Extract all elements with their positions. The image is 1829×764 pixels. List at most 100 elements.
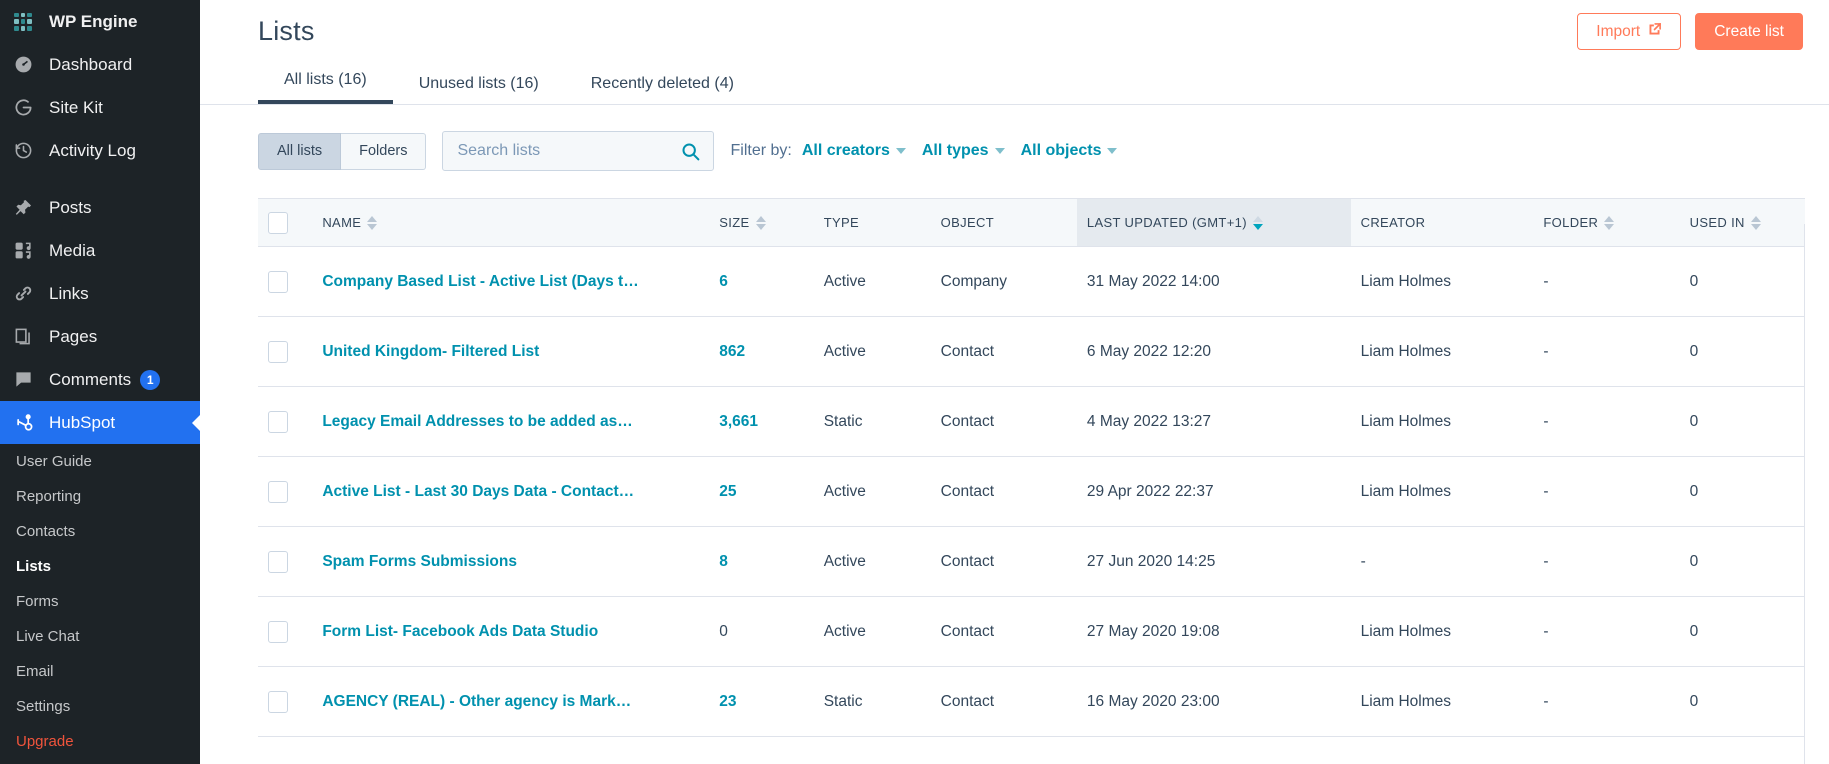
column-header-folder[interactable]: FOLDER (1533, 198, 1680, 247)
view-mode-all-lists[interactable]: All lists (258, 132, 342, 170)
tab-unused-lists[interactable]: Unused lists (16) (393, 75, 565, 104)
view-mode-folders[interactable]: Folders (341, 132, 427, 170)
filter-label-text: All objects (1020, 142, 1102, 159)
row-checkbox[interactable] (268, 270, 288, 293)
filter-all-types[interactable]: All types (922, 142, 1005, 160)
sort-arrows-icon[interactable] (1252, 215, 1263, 230)
cell-type: Active (813, 456, 931, 527)
column-header-used-in[interactable]: USED IN (1679, 198, 1805, 247)
list-name-link[interactable]: United Kingdom- Filtered List (322, 343, 539, 360)
cell-size: 8 (709, 526, 814, 597)
sidebar-subitem-forms[interactable]: Forms (0, 584, 200, 619)
list-size-link[interactable]: 8 (719, 553, 728, 570)
list-name-link[interactable]: Spam Forms Submissions (322, 553, 517, 570)
list-size-link[interactable]: 862 (719, 343, 745, 360)
tab-all-lists[interactable]: All lists (16) (258, 71, 393, 104)
search-icon[interactable] (680, 141, 701, 167)
column-label: USED IN (1689, 215, 1745, 230)
sidebar-item-comments[interactable]: Comments 1 (0, 358, 200, 401)
column-header-last-updated[interactable]: LAST UPDATED (GMT+1) (1076, 198, 1351, 247)
row-select-cell (258, 666, 313, 737)
table-row[interactable]: AGENCY (REAL) - Other agency is Mark… 23 S… (258, 666, 1805, 737)
sidebar-subitem-contacts[interactable]: Contacts (0, 514, 200, 549)
row-checkbox[interactable] (268, 620, 288, 643)
list-size-link[interactable]: 6 (719, 273, 728, 290)
sidebar-item-dashboard[interactable]: Dashboard (0, 43, 200, 86)
table-row[interactable]: Form List- Facebook Ads Data Studio 0 Acti… (258, 596, 1805, 667)
table-row[interactable]: Legacy Email Addresses to be added as… 3,… (258, 386, 1805, 457)
sidebar-item-posts[interactable]: Posts (0, 186, 200, 229)
list-name-link[interactable]: Active List - Last 30 Days Data - Contac… (322, 483, 634, 500)
sidebar-subitem-reporting[interactable]: Reporting (0, 479, 200, 514)
column-header-type[interactable]: TYPE (813, 198, 931, 247)
row-select-cell (258, 316, 313, 387)
cell-object: Contact (930, 666, 1077, 737)
create-list-button[interactable]: Create list (1695, 13, 1803, 50)
list-name-link[interactable]: Legacy Email Addresses to be added as… (322, 413, 632, 430)
list-name-link[interactable]: AGENCY (REAL) - Other agency is Mark… (322, 693, 631, 710)
sidebar-subitem-label: User Guide (16, 453, 92, 470)
sidebar-subitem-email[interactable]: Email (0, 654, 200, 689)
sort-arrows-icon[interactable] (367, 215, 378, 230)
list-size-value: 0 (719, 622, 728, 640)
sidebar-subitem-live-chat[interactable]: Live Chat (0, 619, 200, 654)
list-size-link[interactable]: 25 (719, 483, 736, 500)
cell-name: Form List- Facebook Ads Data Studio (312, 596, 710, 667)
sort-arrows-icon[interactable] (1604, 215, 1615, 230)
list-name-link[interactable]: Form List- Facebook Ads Data Studio (322, 623, 598, 640)
filter-all-objects[interactable]: All objects (1021, 142, 1118, 160)
column-label: FOLDER (1543, 215, 1599, 230)
row-checkbox[interactable] (268, 410, 288, 433)
tab-recently-deleted[interactable]: Recently deleted (4) (565, 75, 760, 104)
sidebar-item-wp-engine[interactable]: WP Engine (0, 0, 200, 43)
column-header-size[interactable]: SIZE (709, 198, 814, 247)
sidebar-subitem-settings[interactable]: Settings (0, 689, 200, 724)
cell-last-updated: 16 May 2020 23:00 (1076, 666, 1351, 737)
filter-all-creators[interactable]: All creators (802, 142, 906, 160)
sidebar-subitem-label: Email (16, 663, 54, 680)
sidebar-subitem-upgrade[interactable]: Upgrade (0, 724, 200, 759)
view-mode-label: All lists (277, 143, 323, 159)
sidebar-item-media[interactable]: Media (0, 229, 200, 272)
sidebar-item-label: Links (49, 283, 89, 303)
list-name-link[interactable]: Company Based List - Active List (Days t… (322, 273, 638, 290)
column-label: CREATOR (1360, 215, 1426, 230)
sidebar-subitem-user-guide[interactable]: User Guide (0, 444, 200, 479)
dashboard-icon (14, 54, 40, 76)
select-all-checkbox[interactable] (268, 211, 288, 234)
column-label: NAME (322, 215, 362, 230)
row-checkbox[interactable] (268, 690, 288, 713)
cell-creator: Liam Holmes (1350, 386, 1534, 457)
sidebar-subitem-lists[interactable]: Lists (0, 549, 200, 584)
table-row[interactable]: United Kingdom- Filtered List 862 Active Co… (258, 316, 1805, 387)
import-button[interactable]: Import (1577, 13, 1682, 50)
cell-used-in: 0 (1679, 246, 1805, 317)
import-button-label: Import (1596, 22, 1641, 40)
table-header-row: NAME SIZE TYPE OBJECT LAST UPDATED (GMT+… (258, 198, 1805, 247)
table-row[interactable]: Active List - Last 30 Days Data - Contac… (258, 456, 1805, 527)
sidebar-item-links[interactable]: Links (0, 272, 200, 315)
sort-arrows-icon[interactable] (1750, 215, 1761, 230)
table-row[interactable]: Company Based List - Active List (Days t… (258, 246, 1805, 317)
sidebar-item-hubspot[interactable]: HubSpot (0, 401, 200, 444)
hubspot-sprocket-icon (14, 412, 40, 434)
cell-size: 6 (709, 246, 814, 317)
row-checkbox[interactable] (268, 550, 288, 573)
sidebar-item-label: Pages (49, 326, 98, 346)
list-size-link[interactable]: 3,661 (719, 413, 758, 430)
row-checkbox[interactable] (268, 340, 288, 363)
row-select-cell (258, 526, 313, 597)
column-header-creator[interactable]: CREATOR (1350, 198, 1534, 247)
row-checkbox[interactable] (268, 480, 288, 503)
sidebar-item-activity-log[interactable]: Activity Log (0, 129, 200, 172)
search-input[interactable] (443, 132, 714, 170)
column-header-name[interactable]: NAME (312, 198, 710, 247)
sort-arrows-icon[interactable] (755, 215, 766, 230)
table-row[interactable]: Spam Forms Submissions 8 Active Contact 27 J… (258, 526, 1805, 597)
list-size-link[interactable]: 23 (719, 693, 736, 710)
search-lists-box[interactable] (442, 131, 715, 171)
cell-used-in: 0 (1679, 456, 1805, 527)
sidebar-item-site-kit[interactable]: Site Kit (0, 86, 200, 129)
sidebar-item-pages[interactable]: Pages (0, 315, 200, 358)
column-header-object[interactable]: OBJECT (930, 198, 1077, 247)
